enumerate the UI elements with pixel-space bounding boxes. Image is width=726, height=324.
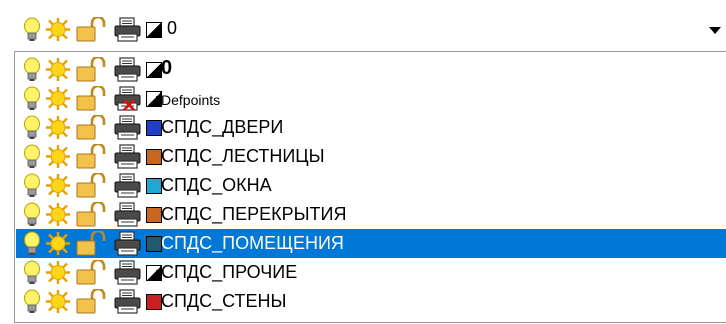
- layer-state-icons: [22, 86, 162, 111]
- layer-state-icons: [22, 260, 162, 285]
- padlock-unlocked-icon[interactable]: [76, 17, 110, 42]
- lightbulb-on-icon[interactable]: [22, 57, 42, 82]
- sun-freeze-icon[interactable]: [44, 17, 72, 42]
- layer-color-swatch[interactable]: [146, 120, 162, 136]
- layer-name: Defpoints: [161, 92, 221, 108]
- sun-freeze-icon[interactable]: [44, 173, 72, 198]
- layer-color-swatch[interactable]: [146, 178, 162, 194]
- lightbulb-on-icon[interactable]: [22, 115, 42, 140]
- combo-selected-layer: 0: [167, 18, 178, 38]
- layer-state-icons: [22, 289, 162, 314]
- lightbulb-on-icon[interactable]: [22, 231, 42, 256]
- sun-freeze-icon[interactable]: [44, 144, 72, 169]
- padlock-unlocked-icon[interactable]: [76, 173, 110, 198]
- layer-dropdown-list[interactable]: 0 Defpoints СПДС_ДВЕРИ СПДС_ЛЕСТНИЦЫ СПД…: [14, 51, 726, 323]
- layer-name: СПДС_ПОМЕЩЕНИЯ: [161, 233, 344, 253]
- layer-combobox[interactable]: 0: [14, 8, 726, 50]
- printer-icon[interactable]: [114, 289, 142, 314]
- sun-freeze-icon[interactable]: [44, 289, 72, 314]
- sun-freeze-icon[interactable]: [44, 260, 72, 285]
- layer-color-swatch[interactable]: [146, 149, 162, 165]
- lightbulb-on-icon[interactable]: [22, 173, 42, 198]
- printer-icon[interactable]: [114, 202, 142, 227]
- layer-color-swatch[interactable]: [146, 62, 162, 78]
- printer-icon[interactable]: [114, 144, 142, 169]
- chevron-down-icon: [709, 27, 721, 34]
- padlock-unlocked-icon[interactable]: [76, 57, 110, 82]
- padlock-unlocked-icon[interactable]: [76, 260, 110, 285]
- lightbulb-on-icon[interactable]: [22, 86, 42, 111]
- sun-freeze-icon[interactable]: [44, 86, 72, 111]
- layer-color-swatch[interactable]: [146, 207, 162, 223]
- padlock-unlocked-icon[interactable]: [76, 115, 110, 140]
- layer-state-icons: [22, 231, 162, 256]
- layer-color-swatch[interactable]: [146, 91, 162, 107]
- layer-name: СПДС_ЛЕСТНИЦЫ: [161, 146, 325, 166]
- no-plot-icon: [123, 99, 135, 111]
- lightbulb-on-icon[interactable]: [22, 202, 42, 227]
- padlock-unlocked-icon[interactable]: [76, 289, 110, 314]
- layer-color-swatch[interactable]: [146, 236, 162, 252]
- lightbulb-on-icon[interactable]: [22, 144, 42, 169]
- layer-list-item[interactable]: СПДС_ПРОЧИЕ: [16, 258, 726, 287]
- layer-name: СПДС_ОКНА: [161, 175, 272, 195]
- layer-list-item[interactable]: СПДС_ОКНА: [16, 171, 726, 200]
- layer-state-icons: [22, 57, 162, 82]
- lightbulb-on-icon[interactable]: [22, 289, 42, 314]
- combo-dropdown-button[interactable]: [704, 8, 726, 50]
- padlock-unlocked-icon[interactable]: [76, 231, 110, 256]
- layer-list-item[interactable]: СПДС_ПОМЕЩЕНИЯ: [16, 229, 726, 258]
- layer-color-swatch: [146, 22, 162, 38]
- layer-state-icons: [22, 115, 162, 140]
- layer-state-icons: [22, 173, 162, 198]
- padlock-unlocked-icon[interactable]: [76, 144, 110, 169]
- layer-name: СПДС_ПРОЧИЕ: [161, 262, 298, 282]
- printer-icon[interactable]: [114, 115, 142, 140]
- layer-list-item[interactable]: СПДС_ДВЕРИ: [16, 113, 726, 142]
- window-edge: [0, 0, 14, 324]
- sun-freeze-icon[interactable]: [44, 202, 72, 227]
- layer-name: СПДС_ДВЕРИ: [161, 117, 284, 137]
- printer-icon[interactable]: [114, 17, 142, 42]
- layer-list-item[interactable]: Defpoints: [16, 84, 726, 113]
- sun-freeze-icon[interactable]: [44, 231, 72, 256]
- layer-name: СПДС_ПЕРЕКРЫТИЯ: [161, 204, 347, 224]
- printer-icon[interactable]: [114, 57, 142, 82]
- layer-list-item[interactable]: СПДС_ПЕРЕКРЫТИЯ: [16, 200, 726, 229]
- layer-name: СПДС_СТЕНЫ: [161, 291, 287, 311]
- combo-layer-icons: [22, 17, 162, 42]
- printer-icon[interactable]: [114, 173, 142, 198]
- layer-color-swatch[interactable]: [146, 265, 162, 281]
- layer-color-swatch[interactable]: [146, 294, 162, 310]
- layer-list-item[interactable]: 0: [16, 55, 726, 84]
- lightbulb-on-icon[interactable]: [22, 17, 42, 42]
- layer-name: 0: [161, 57, 173, 79]
- layer-state-icons: [22, 144, 162, 169]
- padlock-unlocked-icon[interactable]: [76, 86, 110, 111]
- padlock-unlocked-icon[interactable]: [76, 202, 110, 227]
- sun-freeze-icon[interactable]: [44, 57, 72, 82]
- printer-icon[interactable]: [114, 260, 142, 285]
- printer-icon[interactable]: [114, 231, 142, 256]
- layer-list-item[interactable]: СПДС_ЛЕСТНИЦЫ: [16, 142, 726, 171]
- lightbulb-on-icon[interactable]: [22, 260, 42, 285]
- layer-list-item[interactable]: СПДС_СТЕНЫ: [16, 287, 726, 316]
- layer-state-icons: [22, 202, 162, 227]
- sun-freeze-icon[interactable]: [44, 115, 72, 140]
